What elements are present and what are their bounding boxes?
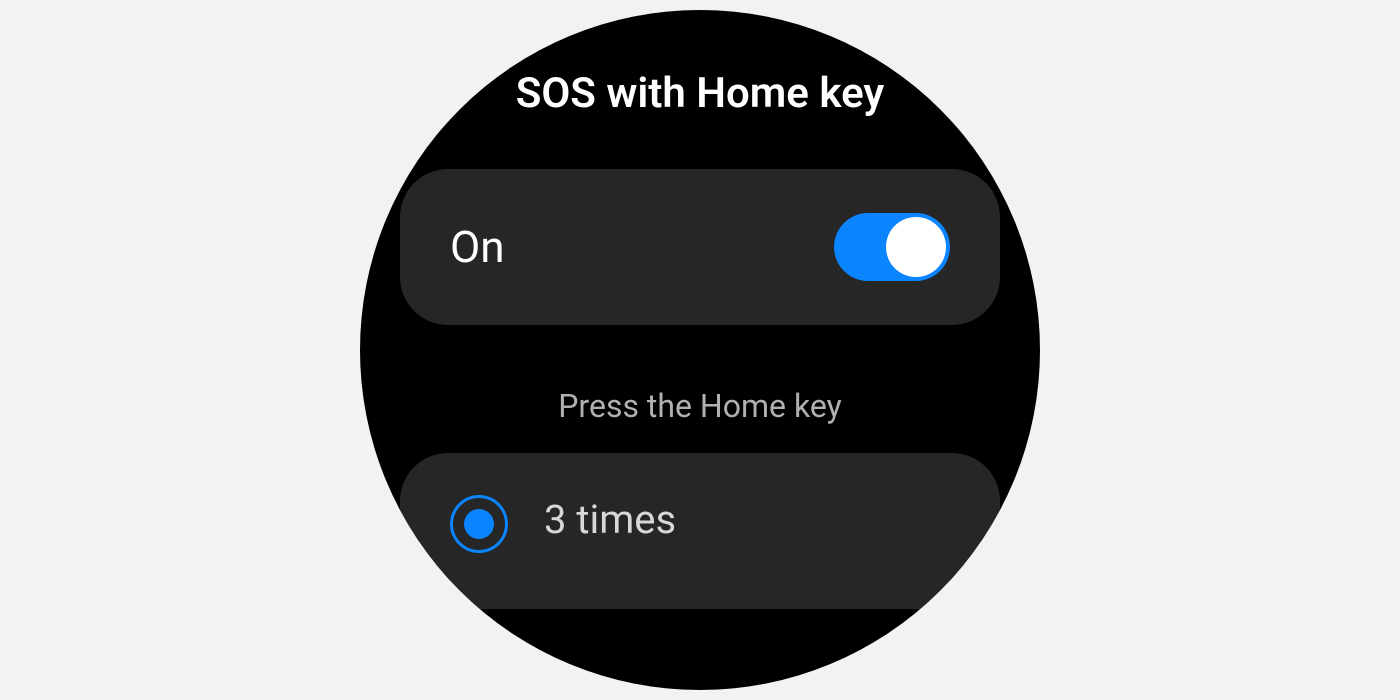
radio-selected-icon xyxy=(450,495,508,553)
toggle-knob xyxy=(886,217,946,277)
toggle-switch[interactable] xyxy=(834,213,950,281)
toggle-label: On xyxy=(450,221,505,273)
page-title: SOS with Home key xyxy=(360,68,1040,121)
watch-content: SOS with Home key On Press the Home key … xyxy=(360,10,1040,690)
radio-inner-dot xyxy=(464,509,494,539)
watch-face: SOS with Home key On Press the Home key … xyxy=(360,10,1040,690)
section-label: Press the Home key xyxy=(360,387,1040,425)
sos-toggle-row[interactable]: On xyxy=(400,169,1000,325)
option-label: 3 times xyxy=(544,496,676,543)
option-3-times[interactable]: 3 times xyxy=(400,453,1000,609)
